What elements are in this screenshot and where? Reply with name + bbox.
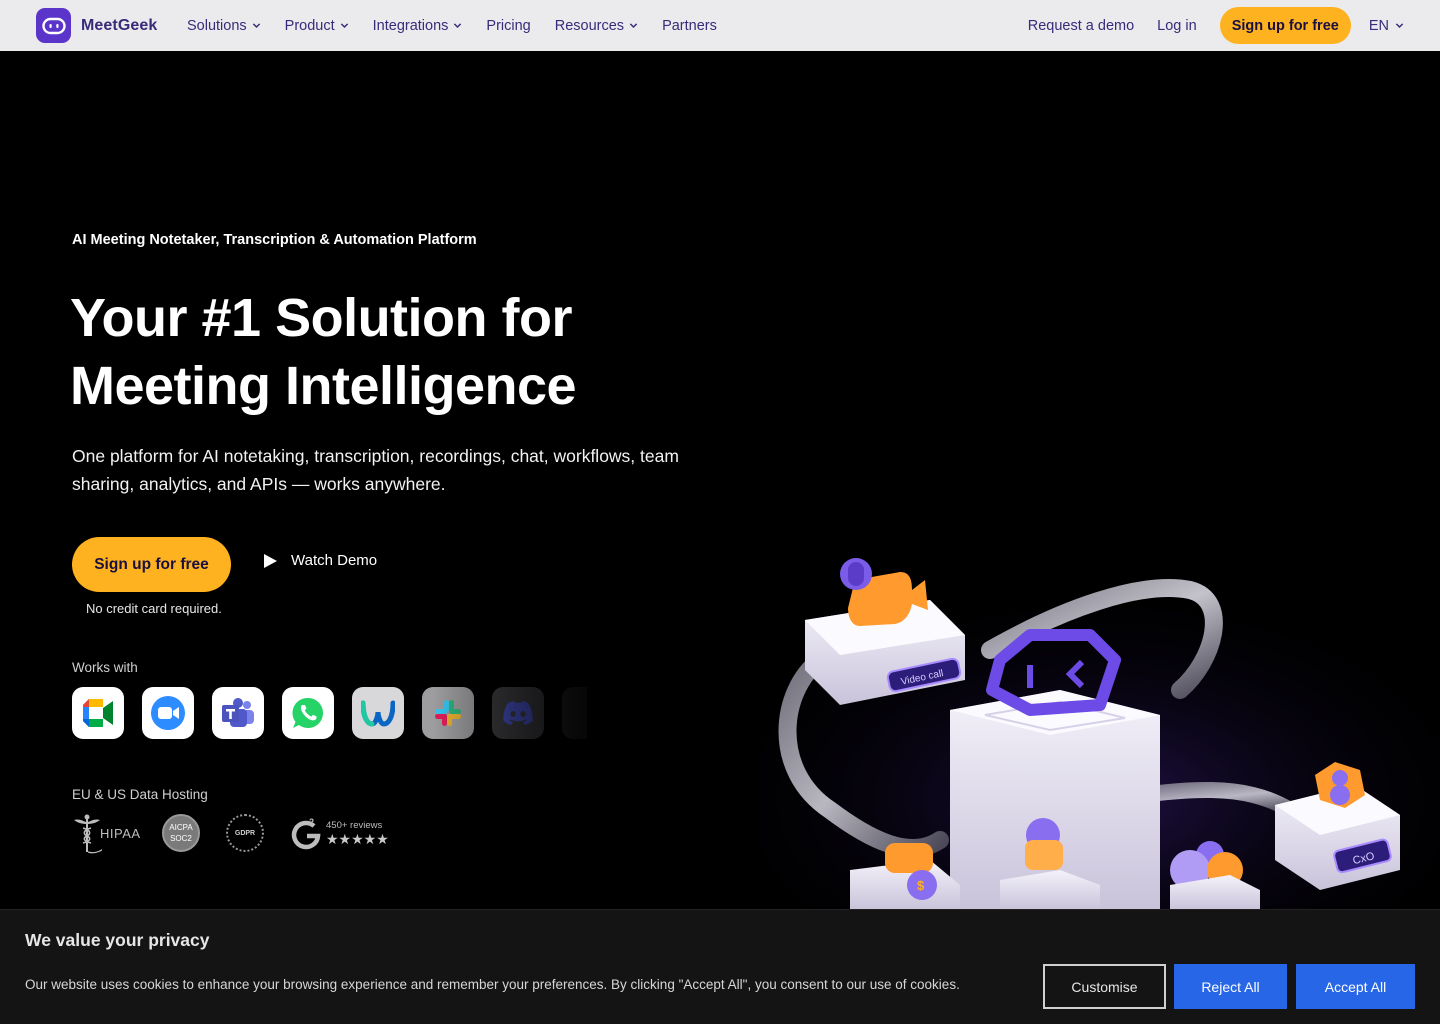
svg-text:$: $ [917, 878, 925, 893]
brand-name: MeetGeek [81, 16, 158, 34]
nav-signup-button[interactable]: Sign up for free [1219, 7, 1351, 44]
gdpr-label: GDPR [234, 829, 256, 837]
cookie-description: Our website uses cookies to enhance your… [25, 977, 960, 992]
play-icon [264, 553, 277, 568]
language-selector[interactable]: EN [1369, 18, 1404, 34]
nav-item-resources[interactable]: Resources [555, 18, 638, 34]
g2-logo-icon: 2 [291, 817, 321, 850]
accept-all-button[interactable]: Accept All [1296, 964, 1415, 1009]
login-link[interactable]: Log in [1157, 18, 1197, 34]
hero-signup-button[interactable]: Sign up for free [72, 537, 231, 592]
main-menu: Solutions Product Integrations Pricing R… [187, 0, 741, 51]
nav-item-label: Product [284, 17, 335, 34]
discord-icon[interactable] [492, 687, 544, 739]
hero-title-line-1: Your #1 Solution for [70, 288, 573, 348]
meetgeek-logo-icon [36, 8, 71, 43]
cookie-title: We value your privacy [25, 930, 210, 950]
more-app-icon[interactable] [562, 687, 587, 739]
nav-actions: Request a demo Log in Sign up for free E… [1028, 0, 1404, 51]
caduceus-icon [74, 814, 102, 854]
integration-logos [72, 687, 587, 739]
chevron-down-icon [629, 23, 638, 29]
g2-star-rating: ★★★★★ [326, 831, 389, 847]
microsoft-teams-icon[interactable] [212, 687, 264, 739]
hero-description: One platform for AI notetaking, transcri… [72, 446, 679, 494]
hipaa-badge: HIPAA [72, 812, 142, 854]
g2-review-count: 450+ reviews [326, 820, 383, 831]
hero-eyebrow: AI Meeting Notetaker, Transcription & Au… [72, 232, 477, 248]
aicpa-label: AICPA [169, 823, 193, 832]
nav-item-label: Pricing [486, 17, 531, 34]
hero-title: Your #1 Solution for Meeting Intelligenc… [70, 284, 690, 420]
reject-all-button[interactable]: Reject All [1174, 964, 1287, 1009]
top-navigation: MeetGeek Solutions Product Integrations … [0, 0, 1440, 51]
nav-item-pricing[interactable]: Pricing [486, 18, 530, 34]
works-with-label: Works with [72, 660, 138, 675]
aicpa-soc2-badge: AICPA SOC2 [162, 814, 200, 852]
google-meet-icon[interactable] [72, 687, 124, 739]
cookie-consent-banner: We value your privacy Our website uses c… [0, 909, 1440, 1024]
chevron-down-icon [340, 23, 348, 29]
nav-item-label: Partners [662, 17, 717, 34]
soc2-label: SOC2 [170, 834, 192, 843]
nav-item-label: Solutions [187, 17, 247, 34]
data-hosting-label: EU & US Data Hosting [72, 787, 208, 802]
nav-item-product[interactable]: Product [285, 18, 349, 34]
chevron-down-icon [252, 23, 260, 29]
zoom-icon[interactable] [142, 687, 194, 739]
watch-demo-button[interactable]: Watch Demo [262, 552, 377, 569]
request-demo-link[interactable]: Request a demo [1028, 18, 1134, 34]
hero-illustration: Video call $ CxO [760, 540, 1440, 910]
slack-icon[interactable] [422, 687, 474, 739]
nav-item-label: Resources [554, 17, 625, 34]
gdpr-badge: GDPR [226, 814, 264, 852]
compliance-badges: HIPAA AICPA SOC2 GDPR 2 450+ reviews ★★★… [72, 812, 389, 854]
svg-text:2: 2 [309, 817, 314, 827]
customise-button[interactable]: Customise [1043, 964, 1166, 1009]
webex-icon[interactable] [352, 687, 404, 739]
language-label: EN [1368, 17, 1389, 34]
brand-logo[interactable]: MeetGeek [36, 8, 157, 43]
hero-title-line-2: Meeting Intelligence [70, 356, 577, 416]
nav-item-integrations[interactable]: Integrations [373, 18, 463, 34]
chevron-down-icon [454, 23, 462, 29]
nav-item-solutions[interactable]: Solutions [187, 18, 261, 34]
whatsapp-icon[interactable] [282, 687, 334, 739]
nav-item-label: Integrations [372, 17, 449, 34]
watch-demo-label: Watch Demo [291, 552, 378, 569]
nav-item-partners[interactable]: Partners [662, 18, 717, 34]
hipaa-label: HIPAA [100, 825, 141, 841]
chevron-down-icon [1395, 23, 1404, 29]
g2-reviews-badge: 2 450+ reviews ★★★★★ [289, 816, 389, 850]
no-credit-card-note: No credit card required. [86, 601, 222, 616]
platform-3d-illustration: Video call $ CxO [760, 540, 1440, 910]
